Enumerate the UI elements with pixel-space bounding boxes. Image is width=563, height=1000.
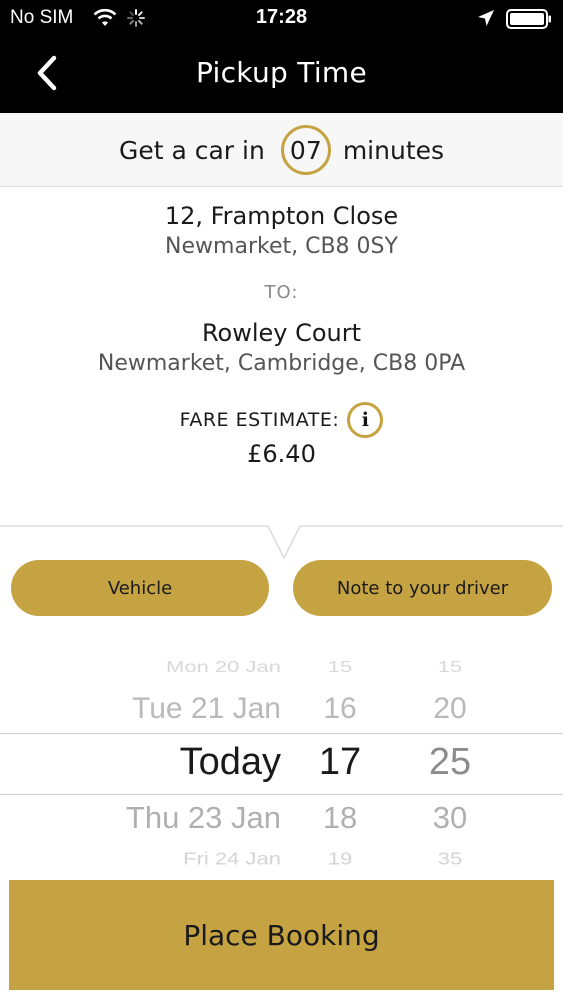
fare-estimate-label: FARE ESTIMATE: [179,409,340,431]
picker-hour-option[interactable]: 16 [300,692,380,726]
place-booking-button[interactable]: Place Booking [9,880,554,990]
notch-divider [0,525,563,560]
picker-minute-option[interactable]: 15 [410,658,490,677]
picker-minute-option[interactable]: 30 [410,800,490,836]
battery-icon [506,9,551,29]
picker-date-selected[interactable]: Today [180,741,281,784]
picker-date-option[interactable]: Tue 21 Jan [132,692,281,726]
picker-date-option[interactable]: Mon 20 Jan [166,658,281,677]
picker-hour-option[interactable]: 19 [300,849,380,869]
eta-strip: Get a car in 07 minutes [0,113,563,187]
picker-date-option[interactable]: Fri 24 Jan [183,849,281,869]
to-label: TO: [264,282,299,303]
navigation-bar: Pickup Time [0,36,563,113]
note-to-driver-button[interactable]: Note to your driver [293,560,552,616]
top-bar: No SIM 17:28 Pickup Time [0,0,563,113]
info-icon[interactable]: i [347,402,384,438]
location-arrow-icon [478,10,494,26]
picker-selection-bottom-line [0,794,563,795]
pickup-address-line1: 12, Frampton Close [164,202,399,230]
fare-estimate-row: FARE ESTIMATE: i [0,402,563,438]
eta-minutes-badge: 07 [280,125,331,175]
pickup-address-line2: Newmarket, CB8 0SY [165,234,398,259]
picker-hour-option[interactable]: 15 [300,658,380,677]
picker-minute-option[interactable]: 35 [410,849,490,869]
destination-address-line1: Rowley Court [201,319,362,347]
date-time-picker[interactable]: Mon 20 Jan Tue 21 Jan Today Thu 23 Jan F… [0,640,563,872]
eta-row: Get a car in 07 minutes [0,124,563,176]
picker-hour-selected[interactable]: 17 [300,741,380,784]
picker-selection-top-line [0,733,563,734]
picker-minute-option[interactable]: 20 [410,692,490,726]
status-bar: No SIM 17:28 [0,0,563,36]
picker-date-option[interactable]: Thu 23 Jan [126,800,281,836]
picker-minute-selected[interactable]: 25 [410,741,490,784]
picker-hour-option[interactable]: 18 [300,800,380,836]
page-title: Pickup Time [195,56,368,89]
fare-estimate-value: £6.40 [247,440,316,468]
eta-prefix: Get a car in [118,135,265,165]
destination-address-line2: Newmarket, Cambridge, CB8 0PA [97,351,466,376]
eta-suffix: minutes [342,135,445,165]
vehicle-button[interactable]: Vehicle [11,560,269,616]
